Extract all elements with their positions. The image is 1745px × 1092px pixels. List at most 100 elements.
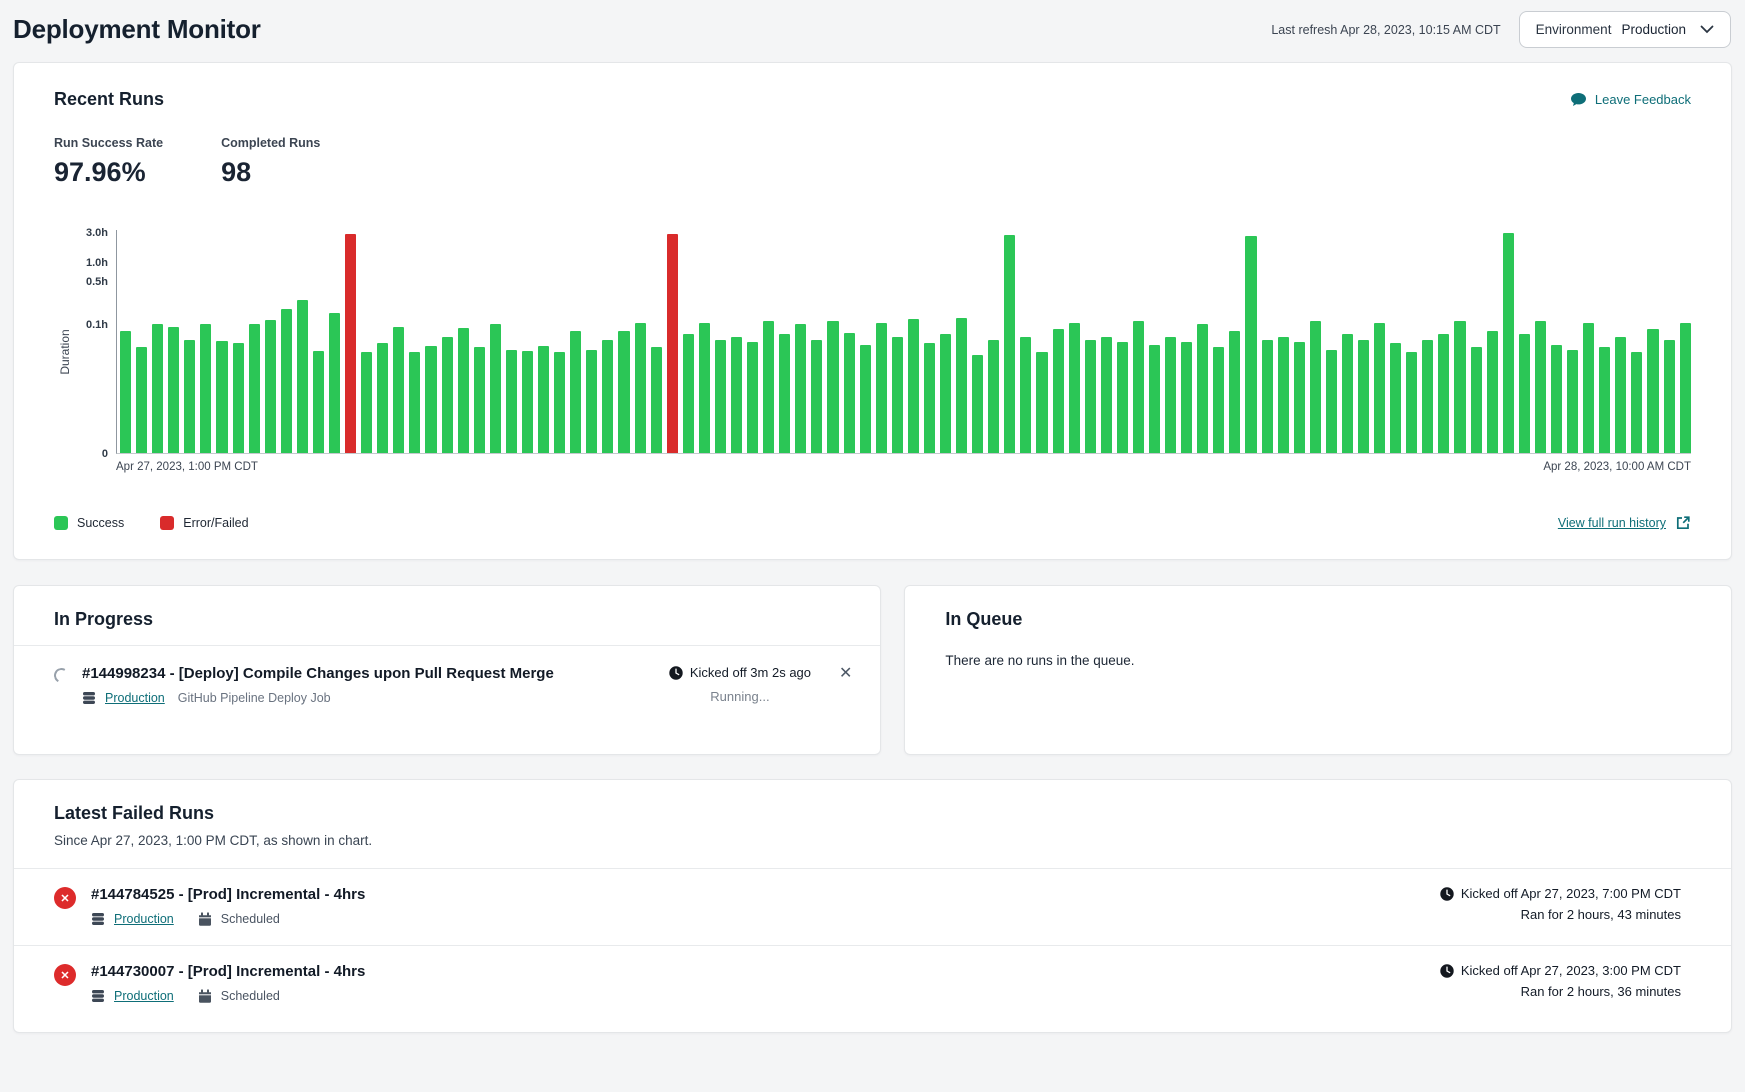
run-bar-success[interactable] bbox=[313, 351, 324, 453]
run-bar-success[interactable] bbox=[1631, 352, 1642, 453]
run-environment-link[interactable]: Production bbox=[114, 912, 174, 926]
run-bar-success[interactable] bbox=[1374, 323, 1385, 453]
run-bar-success[interactable] bbox=[297, 300, 308, 453]
run-bar-success[interactable] bbox=[795, 324, 806, 453]
run-bar-success[interactable] bbox=[1471, 347, 1482, 453]
run-bar-success[interactable] bbox=[474, 347, 485, 453]
run-bar-success[interactable] bbox=[1069, 323, 1080, 453]
run-bar-success[interactable] bbox=[168, 327, 179, 453]
run-bar-success[interactable] bbox=[200, 324, 211, 453]
run-bar-success[interactable] bbox=[731, 337, 742, 453]
run-bar-success[interactable] bbox=[1390, 343, 1401, 453]
run-bar-success[interactable] bbox=[233, 343, 244, 453]
run-bar-success[interactable] bbox=[1664, 340, 1675, 454]
run-bar-success[interactable] bbox=[120, 331, 131, 454]
run-bar-success[interactable] bbox=[458, 328, 469, 453]
run-bar-success[interactable] bbox=[1004, 235, 1015, 453]
run-bar-success[interactable] bbox=[1053, 329, 1064, 453]
run-bar-success[interactable] bbox=[281, 309, 292, 453]
run-environment-link[interactable]: Production bbox=[105, 691, 165, 705]
run-bar-success[interactable] bbox=[1535, 321, 1546, 453]
run-bar-success[interactable] bbox=[940, 334, 951, 453]
run-bar-success[interactable] bbox=[1406, 352, 1417, 453]
run-bar-success[interactable] bbox=[152, 324, 163, 454]
run-bar-success[interactable] bbox=[972, 355, 983, 453]
run-bar-success[interactable] bbox=[522, 351, 533, 453]
run-bar-success[interactable] bbox=[924, 343, 935, 453]
run-bar-success[interactable] bbox=[844, 333, 855, 453]
run-bar-success[interactable] bbox=[1342, 334, 1353, 453]
run-bar-success[interactable] bbox=[1229, 331, 1240, 454]
run-bar-success[interactable] bbox=[811, 340, 822, 454]
run-bar-success[interactable] bbox=[506, 350, 517, 453]
run-bar-success[interactable] bbox=[763, 321, 774, 453]
run-bar-error[interactable] bbox=[667, 234, 678, 453]
run-bar-error[interactable] bbox=[345, 234, 356, 453]
run-bar-success[interactable] bbox=[1262, 340, 1273, 454]
run-bar-success[interactable] bbox=[892, 337, 903, 453]
run-bar-success[interactable] bbox=[1551, 345, 1562, 453]
run-bar-success[interactable] bbox=[747, 342, 758, 453]
run-bar-success[interactable] bbox=[1294, 342, 1305, 453]
run-bar-success[interactable] bbox=[490, 324, 501, 454]
run-bar-success[interactable] bbox=[1615, 337, 1626, 453]
run-bar-success[interactable] bbox=[1599, 347, 1610, 453]
run-bar-success[interactable] bbox=[442, 337, 453, 453]
run-bar-success[interactable] bbox=[1454, 321, 1465, 453]
run-bar-success[interactable] bbox=[1487, 331, 1498, 454]
run-bar-success[interactable] bbox=[570, 331, 581, 454]
run-bar-success[interactable] bbox=[1438, 334, 1449, 453]
run-bar-success[interactable] bbox=[602, 340, 613, 454]
run-bar-success[interactable] bbox=[1117, 342, 1128, 453]
run-bar-success[interactable] bbox=[1422, 340, 1433, 454]
run-bar-success[interactable] bbox=[1020, 337, 1031, 453]
run-bar-success[interactable] bbox=[860, 345, 871, 453]
run-bar-success[interactable] bbox=[1085, 340, 1096, 454]
run-bar-success[interactable] bbox=[1567, 350, 1578, 453]
view-full-run-history-link[interactable]: View full run history bbox=[1558, 515, 1691, 531]
run-bar-success[interactable] bbox=[1165, 337, 1176, 453]
run-bar-success[interactable] bbox=[216, 341, 227, 453]
leave-feedback-button[interactable]: Leave Feedback bbox=[1570, 92, 1691, 108]
run-bar-success[interactable] bbox=[1197, 324, 1208, 453]
environment-dropdown[interactable]: Environment Production bbox=[1519, 11, 1731, 48]
run-bar-success[interactable] bbox=[329, 313, 340, 453]
run-bar-success[interactable] bbox=[1503, 233, 1514, 453]
run-bar-success[interactable] bbox=[1647, 329, 1658, 453]
run-bar-success[interactable] bbox=[1036, 352, 1047, 453]
run-bar-success[interactable] bbox=[425, 346, 436, 453]
close-icon[interactable]: ✕ bbox=[839, 666, 852, 682]
run-bar-success[interactable] bbox=[1310, 321, 1321, 453]
run-bar-success[interactable] bbox=[1278, 337, 1289, 453]
run-bar-success[interactable] bbox=[184, 340, 195, 454]
run-bar-success[interactable] bbox=[1213, 347, 1224, 453]
run-bar-success[interactable] bbox=[956, 318, 967, 453]
run-bar-success[interactable] bbox=[136, 347, 147, 453]
run-bar-success[interactable] bbox=[361, 352, 372, 453]
run-bar-success[interactable] bbox=[988, 340, 999, 454]
run-bar-success[interactable] bbox=[554, 352, 565, 453]
run-bar-success[interactable] bbox=[715, 340, 726, 454]
run-environment-link[interactable]: Production bbox=[114, 989, 174, 1003]
run-bar-success[interactable] bbox=[876, 323, 887, 453]
run-bar-success[interactable] bbox=[249, 324, 260, 453]
run-bar-success[interactable] bbox=[683, 334, 694, 453]
run-bar-success[interactable] bbox=[1181, 342, 1192, 453]
run-bar-success[interactable] bbox=[393, 327, 404, 453]
run-bar-success[interactable] bbox=[618, 331, 629, 454]
run-bar-success[interactable] bbox=[1133, 321, 1144, 453]
run-bar-success[interactable] bbox=[635, 323, 646, 453]
run-bar-success[interactable] bbox=[779, 334, 790, 453]
run-bar-success[interactable] bbox=[538, 346, 549, 453]
run-bar-success[interactable] bbox=[699, 323, 710, 453]
run-bar-success[interactable] bbox=[908, 319, 919, 453]
run-bar-success[interactable] bbox=[1583, 323, 1594, 453]
run-bar-success[interactable] bbox=[1519, 334, 1530, 453]
run-bar-success[interactable] bbox=[409, 352, 420, 453]
run-bar-success[interactable] bbox=[651, 347, 662, 453]
run-bar-success[interactable] bbox=[1101, 337, 1112, 453]
run-bar-success[interactable] bbox=[586, 350, 597, 453]
run-bar-success[interactable] bbox=[827, 321, 838, 453]
run-bar-success[interactable] bbox=[265, 320, 276, 453]
run-bar-success[interactable] bbox=[1680, 323, 1691, 453]
